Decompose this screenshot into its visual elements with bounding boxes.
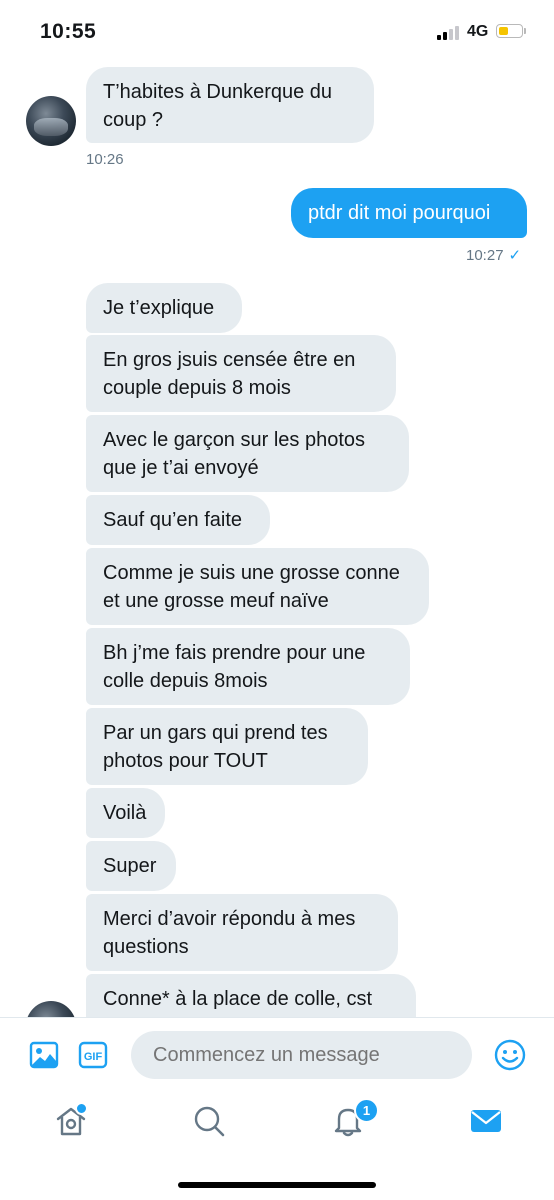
- emoji-icon[interactable]: [493, 1038, 527, 1077]
- mail-icon: [471, 1110, 501, 1132]
- tab-search[interactable]: [192, 1104, 226, 1143]
- message-bubble-incoming[interactable]: Sauf qu’en faite: [86, 495, 270, 545]
- battery-icon: [496, 24, 527, 40]
- message-bubble-incoming[interactable]: Avec le garçon sur les photos que je t’a…: [86, 415, 409, 492]
- search-icon: [194, 1106, 225, 1137]
- gif-label: GIF: [84, 1051, 103, 1063]
- gif-icon[interactable]: GIF: [78, 1040, 108, 1075]
- avatar[interactable]: [26, 1001, 76, 1017]
- message-input[interactable]: [131, 1031, 472, 1079]
- avatar[interactable]: [26, 96, 76, 146]
- message-bubble-incoming[interactable]: Comme je suis une grosse conne et une gr…: [86, 548, 429, 625]
- message-timestamp: 10:26: [86, 151, 124, 168]
- message-bubble-incoming[interactable]: Super: [86, 841, 176, 891]
- home-indicator: [178, 1182, 376, 1188]
- signal-icon: [437, 26, 463, 40]
- message-timestamp: 10:27: [466, 247, 504, 264]
- home-notification-dot: [75, 1102, 88, 1115]
- status-bar: 10:55 4G: [0, 0, 554, 62]
- conversation[interactable]: T’habites à Dunkerque du coup ? 10:26 pt…: [0, 62, 554, 1017]
- image-icon[interactable]: [29, 1040, 59, 1075]
- read-check-icon: ✓: [508, 247, 522, 264]
- network-type: 4G: [467, 23, 489, 40]
- message-composer: GIF: [0, 1017, 554, 1094]
- message-bubble-incoming[interactable]: Voilà: [86, 788, 165, 838]
- status-time: 10:55: [40, 20, 97, 43]
- message-bubble-incoming[interactable]: T’habites à Dunkerque du coup ?: [86, 67, 374, 143]
- message-bubble-incoming[interactable]: Par un gars qui prend tes photos pour TO…: [86, 708, 368, 785]
- tab-home[interactable]: [54, 1102, 88, 1143]
- message-bubble-outgoing[interactable]: ptdr dit moi pourquoi: [291, 188, 527, 238]
- notification-badge: 1: [354, 1098, 379, 1123]
- message-bubble-incoming[interactable]: Je t’explique: [86, 283, 242, 333]
- message-status: 10:27 ✓: [466, 246, 521, 264]
- message-bubble-incoming[interactable]: Bh j’me fais prendre pour une colle depu…: [86, 628, 410, 705]
- message-bubble-incoming[interactable]: Merci d’avoir répondu à mes questions: [86, 894, 398, 971]
- message-bubble-incoming[interactable]: Conne* à la place de colle, cst: [86, 974, 416, 1017]
- tab-messages[interactable]: [469, 1104, 503, 1143]
- message-bubble-incoming[interactable]: En gros jsuis censée être en couple depu…: [86, 335, 396, 412]
